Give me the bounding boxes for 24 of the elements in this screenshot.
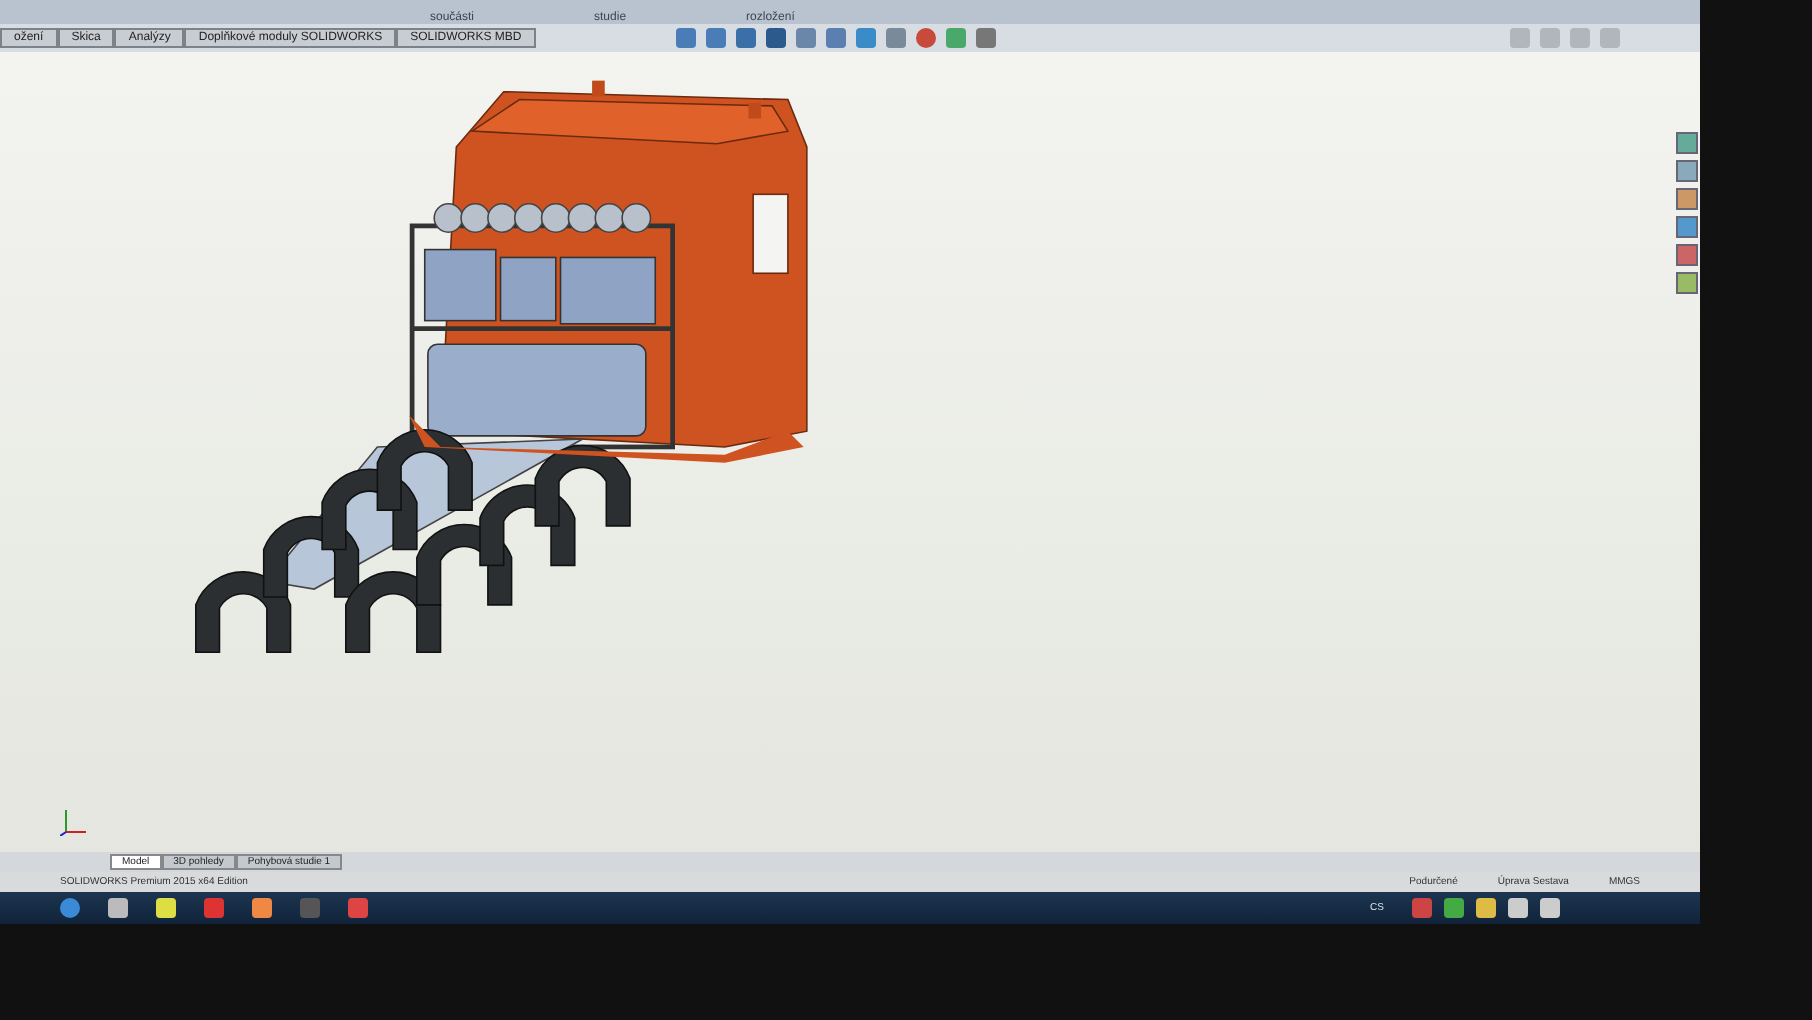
toolbar-icon[interactable]	[945, 28, 966, 48]
task-pane-icon[interactable]	[1676, 160, 1698, 182]
toolbar-icon[interactable]	[765, 28, 786, 48]
taskbar-icon[interactable]	[60, 898, 80, 918]
taskbar-icon[interactable]	[252, 898, 272, 918]
axis-triad-icon	[60, 808, 88, 836]
toolbar-icon[interactable]	[855, 28, 876, 48]
task-pane-icon[interactable]	[1676, 188, 1698, 210]
toolbar-icon[interactable]	[705, 28, 726, 48]
taskbar-icon[interactable]	[348, 898, 368, 918]
toolbar-icon[interactable]	[885, 28, 906, 48]
task-pane-icon[interactable]	[1676, 132, 1698, 154]
task-pane-icon[interactable]	[1676, 244, 1698, 266]
toolbar-icon[interactable]	[975, 28, 996, 48]
toolbar-icon[interactable]	[825, 28, 846, 48]
toolbar-icon[interactable]	[915, 28, 936, 48]
taskbar-icon[interactable]	[204, 898, 224, 918]
taskbar-icon[interactable]	[108, 898, 128, 918]
toolbar-icon[interactable]	[735, 28, 756, 48]
toolbar-icon[interactable]	[675, 28, 696, 48]
task-pane-icon[interactable]	[1676, 272, 1698, 294]
task-pane-icon[interactable]	[1676, 216, 1698, 238]
toolbar-icon[interactable]	[795, 28, 816, 48]
taskbar-icon[interactable]	[156, 898, 176, 918]
